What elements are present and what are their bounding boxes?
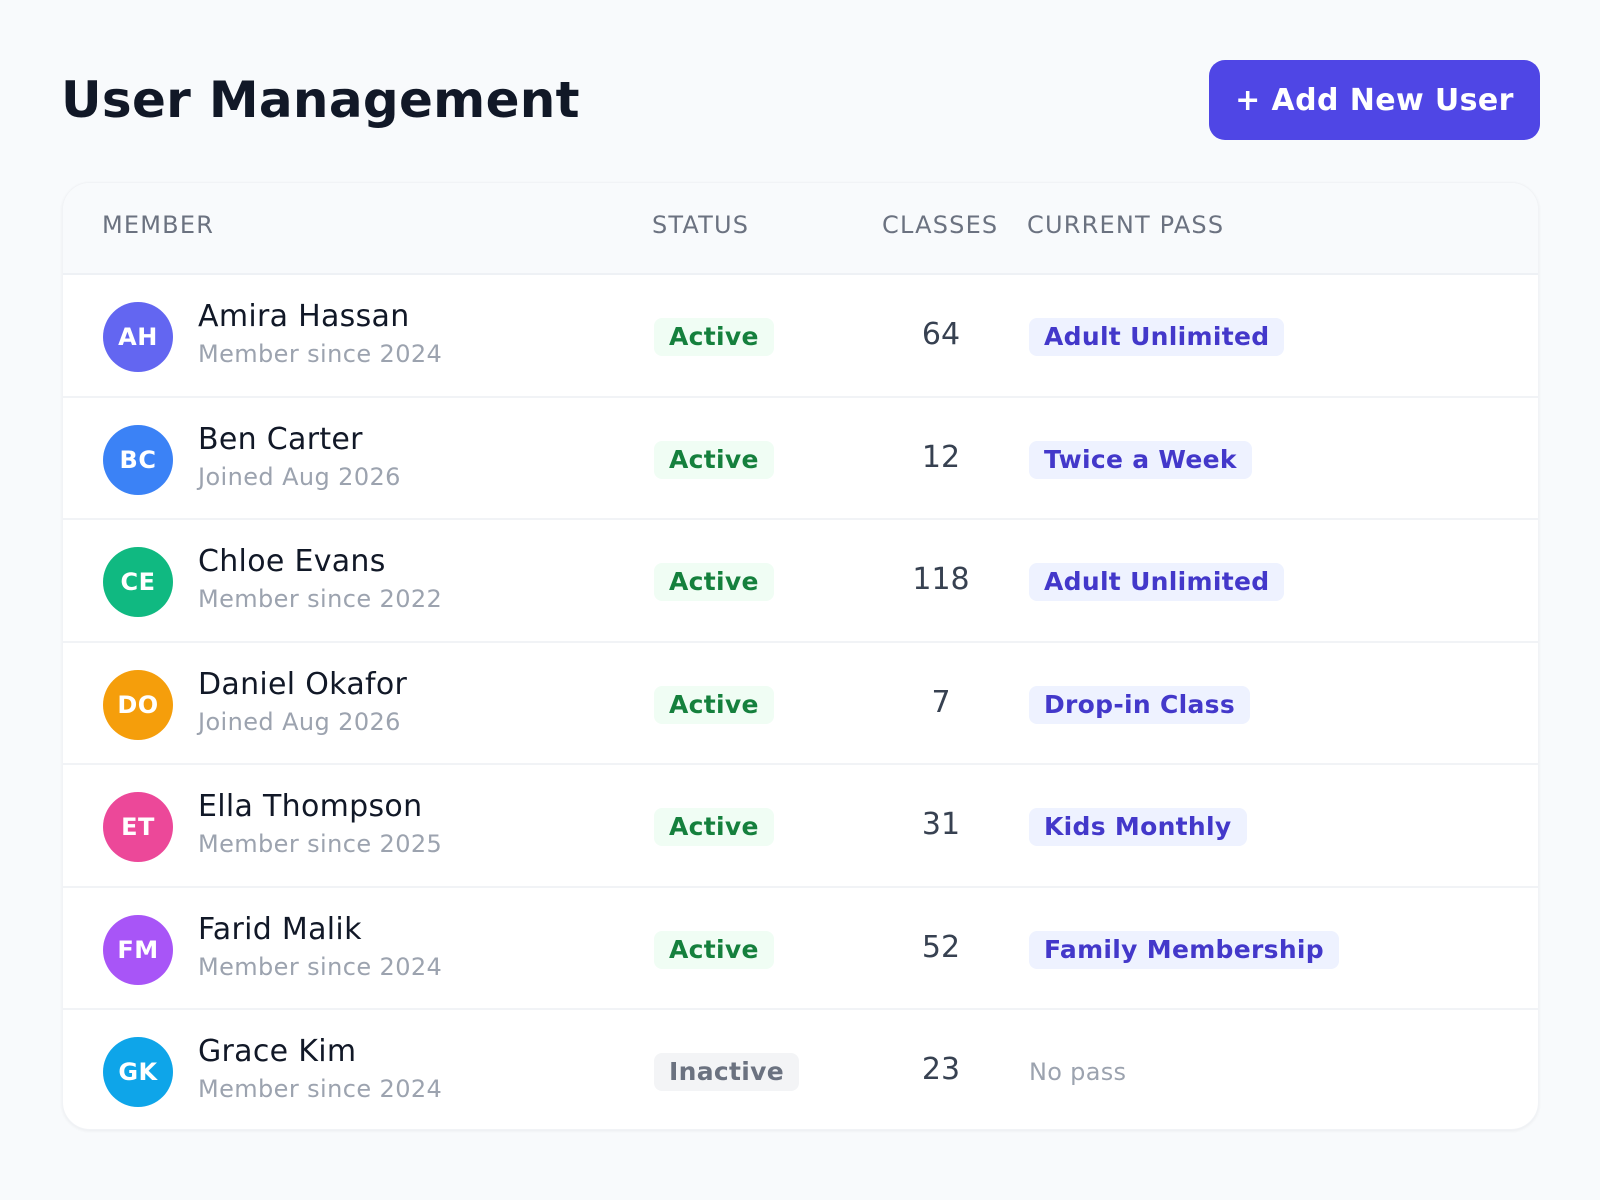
member-since: Member since 2022 bbox=[198, 585, 443, 613]
column-header-classes[interactable]: CLASSES bbox=[882, 183, 998, 275]
classes-count: 7 bbox=[931, 684, 951, 720]
page-title: User Management bbox=[61, 71, 580, 129]
avatar: ET bbox=[103, 792, 173, 862]
member-since: Joined Aug 2026 bbox=[198, 707, 401, 736]
status-badge: Active bbox=[654, 563, 774, 601]
member-name[interactable]: Amira Hassan bbox=[198, 299, 410, 334]
current-pass-badge: Drop-in Class bbox=[1029, 685, 1251, 724]
current-pass-badge: Adult Unlimited bbox=[1029, 563, 1285, 601]
column-header-status[interactable]: STATUS bbox=[652, 183, 749, 275]
member-name[interactable]: Grace Kim bbox=[198, 1034, 356, 1069]
classes-count: 12 bbox=[921, 439, 961, 475]
classes-count: 64 bbox=[921, 317, 961, 352]
avatar: FM bbox=[103, 914, 173, 985]
avatar: BC bbox=[103, 424, 173, 495]
status-badge: Active bbox=[654, 440, 774, 479]
table-row[interactable]: CE Chloe Evans Member since 2022 Active 118 A… bbox=[63, 520, 1538, 643]
table-row[interactable]: BC Ben Carter Joined Aug 2026 Active 12 Twice… bbox=[63, 398, 1538, 520]
classes-count: 52 bbox=[921, 929, 961, 965]
user-management-page: User Management + Add New User MEMBER ST… bbox=[0, 0, 1600, 1200]
status-badge: Active bbox=[654, 808, 774, 846]
member-name[interactable]: Farid Malik bbox=[198, 912, 362, 947]
table-row[interactable]: ET Ella Thompson Member since 2025 Active 31… bbox=[63, 765, 1538, 888]
status-badge: Inactive bbox=[654, 1053, 799, 1091]
table-row[interactable]: GK Grace Kim Member since 2024 Inactive 23 No… bbox=[63, 1010, 1538, 1129]
column-header-current-pass[interactable]: CURRENT PASS bbox=[1027, 183, 1224, 275]
member-name[interactable]: Ben Carter bbox=[198, 422, 363, 457]
member-since: Member since 2024 bbox=[198, 340, 443, 368]
classes-count: 23 bbox=[921, 1052, 961, 1087]
table-body: AH Amira Hassan Member since 2024 Active 64 A… bbox=[63, 275, 1538, 1129]
avatar: DO bbox=[103, 669, 173, 740]
status-badge: Active bbox=[654, 318, 774, 356]
status-badge: Active bbox=[654, 930, 774, 969]
current-pass-badge: Kids Monthly bbox=[1029, 808, 1247, 846]
table-row[interactable]: DO Daniel Okafor Joined Aug 2026 Active 7 Dro… bbox=[63, 643, 1538, 765]
current-pass-badge: No pass bbox=[1029, 1058, 1127, 1086]
avatar: AH bbox=[103, 302, 173, 372]
current-pass-badge: Family Membership bbox=[1029, 930, 1339, 969]
users-table: MEMBER STATUS CLASSES CURRENT PASS AH Ami… bbox=[62, 182, 1539, 1130]
page-header: User Management + Add New User bbox=[61, 60, 1540, 140]
table-header: MEMBER STATUS CLASSES CURRENT PASS bbox=[63, 183, 1538, 275]
member-name[interactable]: Ella Thompson bbox=[198, 789, 422, 824]
status-badge: Active bbox=[654, 685, 774, 724]
member-since: Member since 2024 bbox=[198, 1075, 443, 1103]
add-new-user-button[interactable]: + Add New User bbox=[1209, 60, 1540, 140]
current-pass-badge: Adult Unlimited bbox=[1029, 318, 1285, 356]
current-pass-badge: Twice a Week bbox=[1029, 440, 1252, 479]
member-since: Member since 2024 bbox=[198, 952, 443, 981]
avatar: GK bbox=[103, 1037, 173, 1107]
column-header-member[interactable]: MEMBER bbox=[102, 183, 214, 275]
avatar: CE bbox=[103, 547, 173, 617]
classes-count: 31 bbox=[921, 807, 961, 842]
classes-count: 118 bbox=[912, 562, 970, 597]
member-name[interactable]: Daniel Okafor bbox=[198, 667, 407, 702]
table-row[interactable]: FM Farid Malik Member since 2024 Active 52 Fa… bbox=[63, 888, 1538, 1010]
table-row[interactable]: AH Amira Hassan Member since 2024 Active 64 A… bbox=[63, 275, 1538, 398]
member-name[interactable]: Chloe Evans bbox=[198, 544, 386, 579]
member-since: Member since 2025 bbox=[198, 830, 443, 858]
member-since: Joined Aug 2026 bbox=[198, 462, 401, 491]
